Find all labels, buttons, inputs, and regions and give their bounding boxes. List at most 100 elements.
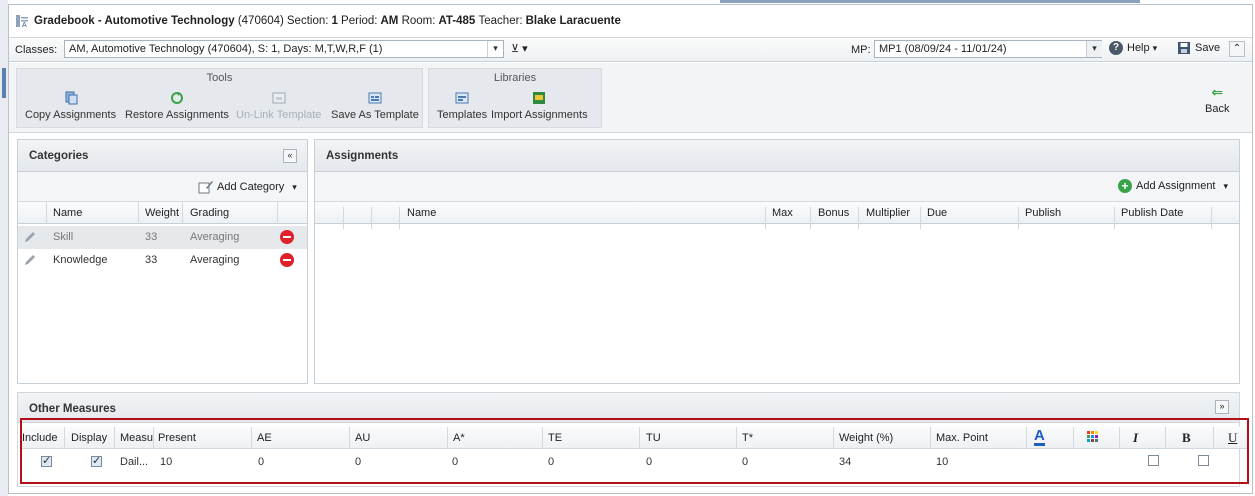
col-header-bonus[interactable]: Bonus — [818, 207, 849, 219]
add-category-button[interactable]: Add Category ▾ — [198, 180, 297, 194]
categories-header-row: Name Weight Grading — [18, 202, 307, 224]
help-label: Help — [1127, 42, 1150, 54]
categories-panel: Categories « Add Category ▾ Name Weight … — [17, 139, 308, 384]
pencil-icon[interactable] — [23, 230, 37, 247]
category-weight: 33 — [145, 254, 158, 266]
tools-group-title: Tools — [206, 72, 233, 84]
templates-button[interactable]: Templates — [437, 91, 487, 121]
col-header-weight[interactable]: Weight — [145, 207, 179, 219]
chevron-down-icon: ▾ — [1152, 42, 1158, 53]
collapse-down-icon[interactable]: » — [1215, 400, 1229, 414]
copy-assignments-label: Copy Assignments — [25, 109, 117, 121]
col-header-grading[interactable]: Grading — [190, 207, 229, 219]
classes-dropdown[interactable]: AM, Automotive Technology (470604), S: 1… — [64, 40, 504, 58]
highlight-box — [20, 418, 1249, 484]
title-bar: A Gradebook - Automotive Technology (470… — [9, 5, 1252, 38]
back-arrow-icon: ⇐ — [1211, 84, 1224, 100]
col-header-name[interactable]: Name — [407, 207, 436, 219]
categories-toolbar: Add Category ▾ — [18, 172, 307, 202]
add-assignment-label: Add Assignment — [1136, 180, 1216, 192]
restore-icon — [170, 92, 183, 104]
restore-assignments-label: Restore Assignments — [125, 109, 229, 121]
save-label: Save — [1195, 42, 1221, 54]
classes-label: Classes: — [15, 44, 58, 56]
copy-assignments-button[interactable]: Copy Assignments — [25, 91, 116, 121]
left-edge-marker — [2, 80, 6, 98]
classes-value: AM, Automotive Technology (470604), S: 1… — [69, 43, 383, 55]
delete-icon[interactable] — [280, 230, 294, 244]
add-assignment-button[interactable]: + Add Assignment ▾ — [1118, 179, 1228, 193]
assignments-header-row: Name Max Bonus Multiplier Due Publish Pu… — [315, 202, 1239, 229]
mp-label: MP: — [851, 44, 871, 56]
category-row[interactable]: Knowledge 33 Averaging — [18, 249, 307, 272]
unlink-template-label: Un-Link Template — [236, 109, 322, 121]
title-course-code: (470604) — [237, 15, 284, 27]
class-selector-row: Classes: AM, Automotive Technology (4706… — [9, 38, 1252, 62]
save-as-template-label: Save As Template — [331, 109, 419, 121]
import-icon — [533, 92, 546, 104]
title-teacher-label: Teacher: — [478, 15, 523, 27]
gradebook-icon: A — [16, 15, 28, 28]
col-header-publish[interactable]: Publish — [1025, 207, 1061, 219]
title-period: AM — [380, 15, 399, 27]
mp-dropdown[interactable]: MP1 (08/09/24 - 11/01/24) — [874, 40, 1102, 58]
categories-title-text: Categories — [29, 150, 89, 162]
back-button[interactable]: ⇐ Back — [1205, 85, 1229, 115]
add-category-label: Add Category — [217, 181, 285, 193]
libraries-group-title: Libraries — [493, 72, 537, 84]
title-period-label: Period: — [341, 15, 378, 27]
col-header-multiplier[interactable]: Multiplier — [866, 207, 910, 219]
add-circle-icon: + — [1118, 179, 1132, 193]
category-name: Knowledge — [53, 254, 108, 266]
col-header-name[interactable]: Name — [53, 207, 82, 219]
chevron-down-icon[interactable]: ▾ — [487, 41, 503, 57]
assignments-toolbar: + Add Assignment ▾ — [315, 172, 1239, 202]
category-weight: 33 — [145, 231, 158, 243]
mp-value: MP1 (08/09/24 - 11/01/24) — [879, 43, 1007, 55]
back-label: Back — [1205, 103, 1230, 115]
chevron-down-icon: ▾ — [292, 181, 297, 192]
help-icon: ? — [1109, 41, 1123, 55]
col-header-max[interactable]: Max — [772, 207, 793, 219]
chevron-down-icon[interactable]: ▾ — [1086, 41, 1102, 57]
chevron-down-icon: ▾ — [1223, 180, 1229, 191]
collapse-left-icon[interactable]: « — [283, 149, 297, 163]
collapse-up-icon[interactable]: ⌃ — [1229, 41, 1245, 57]
floppy-disk-icon — [1178, 42, 1190, 54]
unlink-icon — [272, 92, 286, 104]
save-button[interactable]: Save — [1177, 41, 1220, 55]
title-room: AT-485 — [438, 15, 476, 27]
import-assignments-button[interactable]: Import Assignments — [491, 91, 588, 121]
title-room-label: Room: — [401, 15, 436, 27]
category-row[interactable]: Skill 33 Averaging — [18, 226, 307, 249]
help-button[interactable]: ? Help ▾ — [1109, 41, 1157, 55]
col-header-publish-date[interactable]: Publish Date — [1121, 207, 1183, 219]
libraries-group: Libraries Templates Import Assignments — [428, 68, 602, 128]
other-measures-title: Other Measures — [29, 403, 116, 415]
import-assignments-label: Import Assignments — [491, 109, 588, 121]
title-section-label: Section: — [286, 15, 329, 27]
svg-text:A: A — [22, 22, 27, 28]
categories-title: Categories « — [18, 140, 307, 172]
top-accent-line — [720, 0, 1140, 3]
unlink-template-button[interactable]: Un-Link Template — [236, 91, 321, 121]
templates-icon — [455, 92, 469, 104]
title-teacher: Blake Laracuente — [525, 15, 621, 27]
assignments-title: Assignments — [315, 140, 1239, 172]
assignments-panel: Assignments + Add Assignment ▾ Name Max … — [314, 139, 1240, 384]
category-grading: Averaging — [190, 254, 240, 266]
pencil-icon[interactable] — [23, 253, 37, 270]
category-name: Skill — [53, 231, 74, 243]
templates-label: Templates — [437, 109, 488, 121]
template-save-icon — [368, 92, 382, 104]
col-header-due[interactable]: Due — [927, 207, 947, 219]
left-edge-bar — [0, 0, 8, 496]
title-course: Gradebook - Automotive Technology — [34, 15, 235, 27]
category-grading: Averaging — [190, 231, 240, 243]
delete-icon[interactable] — [280, 253, 294, 267]
restore-assignments-button[interactable]: Restore Assignments — [125, 91, 229, 121]
title-section: 1 — [331, 15, 338, 27]
save-as-template-button[interactable]: Save As Template — [331, 91, 419, 121]
edit-note-icon — [198, 181, 213, 194]
filter-icon[interactable]: ⊻ ▾ — [511, 42, 528, 55]
